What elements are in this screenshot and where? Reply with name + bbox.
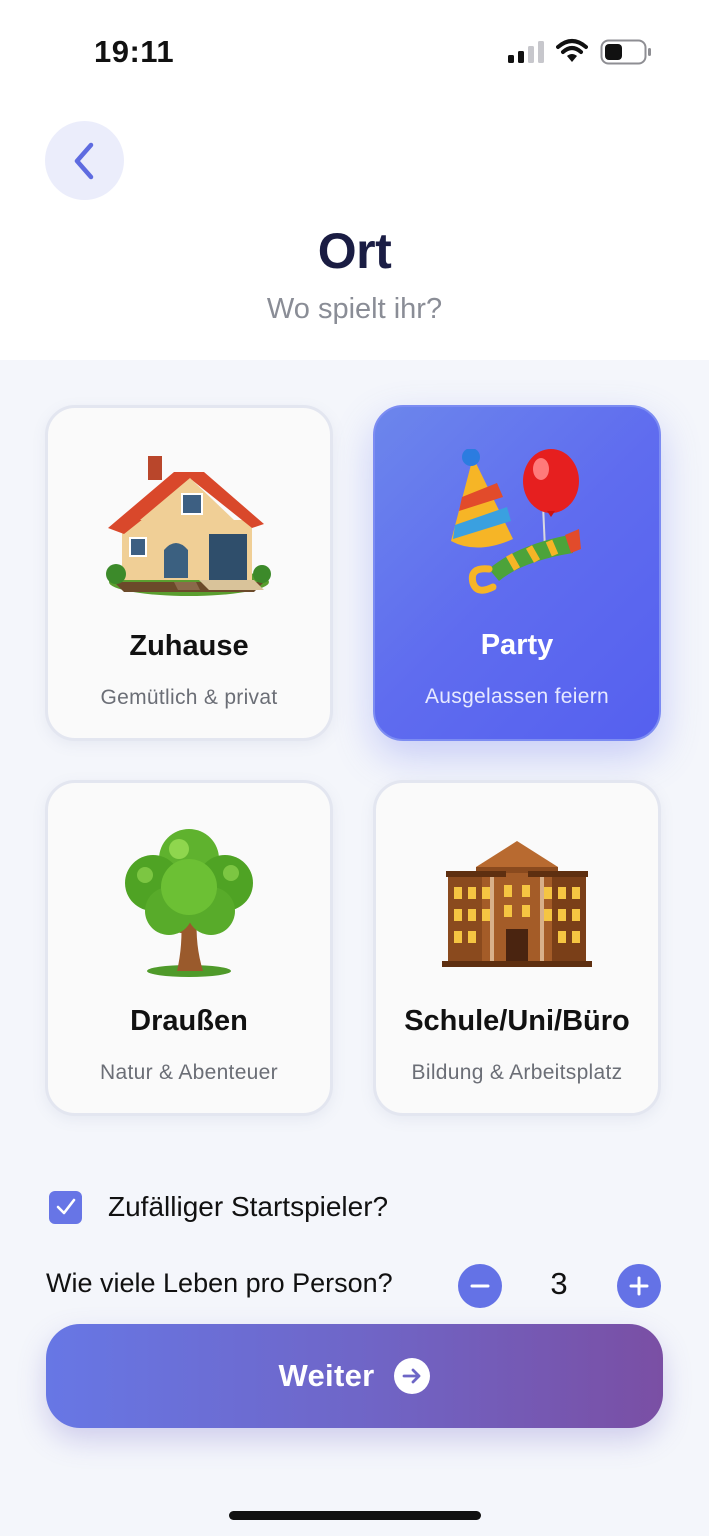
location-card-draussen[interactable]: Draußen Natur & Abenteuer bbox=[45, 780, 333, 1116]
card-title: Schule/Uni/Büro bbox=[404, 1005, 630, 1037]
page-subtitle: Wo spielt ihr? bbox=[266, 293, 443, 325]
lives-value: 3 bbox=[550, 1266, 568, 1301]
chevron-left-icon bbox=[74, 142, 93, 179]
cellular-signal-icon bbox=[508, 41, 544, 68]
checkmark-icon bbox=[56, 1198, 75, 1215]
location-card-zuhause[interactable]: Zuhause Gemütlich & privat bbox=[45, 405, 333, 741]
party-icon bbox=[375, 449, 659, 609]
random-start-checkbox[interactable] bbox=[49, 1190, 82, 1224]
increment-button[interactable] bbox=[617, 1264, 661, 1308]
battery-icon bbox=[600, 39, 652, 70]
continue-button[interactable]: Weiter bbox=[46, 1324, 663, 1428]
card-subtitle: Natur & Abenteuer bbox=[100, 1061, 278, 1084]
building-icon bbox=[376, 825, 658, 985]
random-start-label: Zufälliger Startspieler? bbox=[108, 1191, 389, 1222]
continue-label: Weiter bbox=[278, 1358, 375, 1393]
house-icon bbox=[48, 450, 330, 610]
card-title: Zuhause bbox=[129, 630, 249, 662]
card-subtitle: Ausgelassen feiern bbox=[424, 685, 609, 708]
home-indicator bbox=[229, 1511, 481, 1520]
location-card-schule[interactable]: Schule/Uni/Büro Bildung & Arbeitsplatz bbox=[373, 780, 661, 1116]
decrement-button[interactable] bbox=[458, 1264, 502, 1308]
wifi-icon bbox=[556, 38, 588, 69]
card-title: Party bbox=[480, 629, 554, 661]
back-button[interactable] bbox=[45, 121, 124, 200]
tree-icon bbox=[48, 825, 330, 985]
card-title: Draußen bbox=[130, 1005, 248, 1037]
random-start-row: Zufälliger Startspieler? bbox=[49, 1187, 388, 1227]
card-subtitle: Bildung & Arbeitsplatz bbox=[411, 1061, 623, 1084]
lives-label: Wie viele Leben pro Person? bbox=[46, 1268, 393, 1298]
location-card-party[interactable]: Party Ausgelassen feiern bbox=[373, 405, 661, 741]
minus-icon bbox=[470, 1284, 490, 1288]
status-time: 19:11 bbox=[94, 34, 175, 69]
card-subtitle: Gemütlich & privat bbox=[100, 686, 278, 709]
page-title: Ort bbox=[0, 222, 709, 280]
plus-icon bbox=[629, 1276, 649, 1296]
arrow-right-icon bbox=[394, 1358, 431, 1394]
